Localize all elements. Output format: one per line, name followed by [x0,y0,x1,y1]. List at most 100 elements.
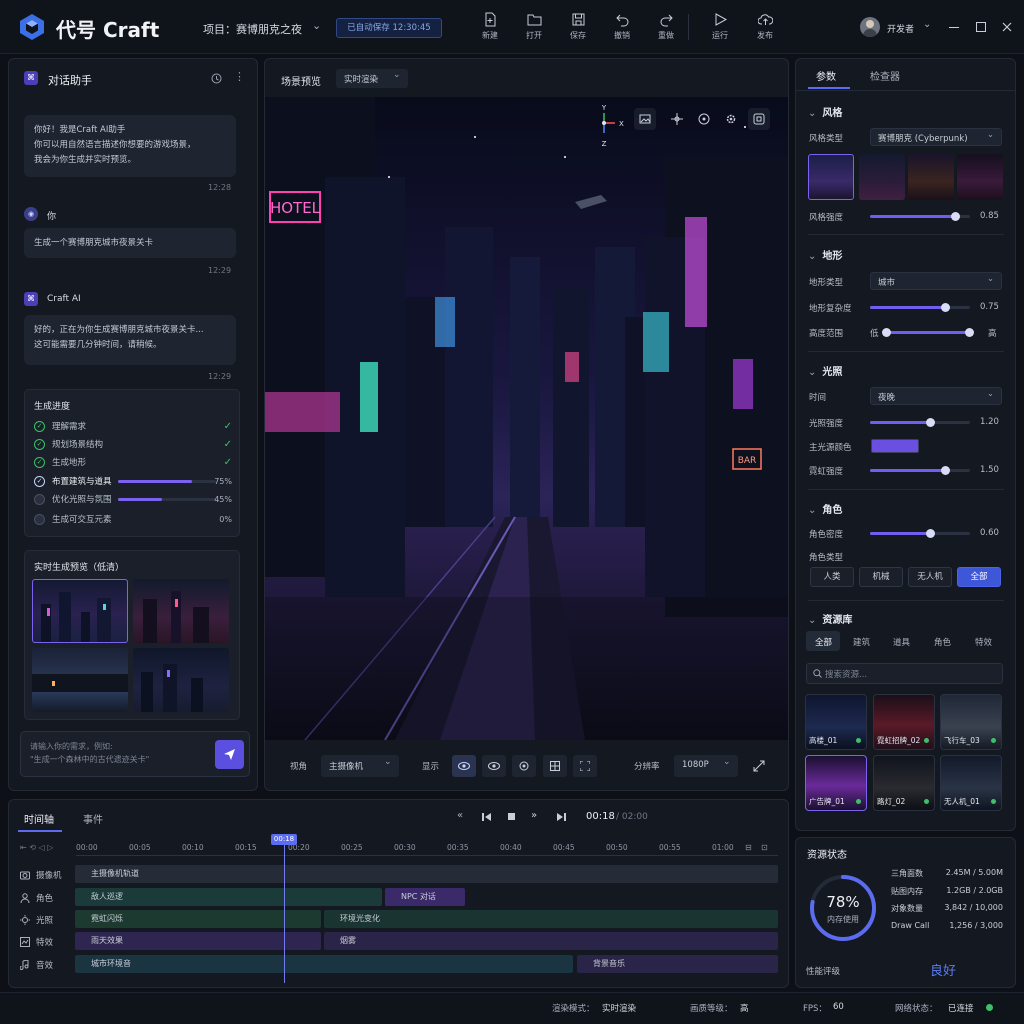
light-intensity-slider[interactable] [870,418,970,427]
track-label[interactable]: 特效 [20,936,53,948]
timeline-clip[interactable]: 敌人巡逻 [75,888,382,906]
display-toggle-3[interactable] [512,755,536,777]
minimize-icon[interactable] [949,27,959,28]
tab-timeline[interactable]: 时间轴 [24,811,54,826]
playhead-line[interactable] [284,845,285,983]
undo-button[interactable]: 撤销 [602,12,642,46]
display-toggle-2[interactable] [482,755,506,777]
close-icon[interactable] [1002,22,1012,32]
user-name[interactable]: 开发者 [887,22,914,35]
send-button[interactable] [215,740,244,769]
section-assets[interactable]: 资源库 [808,611,852,626]
tab-inspector[interactable]: 检查器 [870,68,900,83]
fullscreen-toggle-button[interactable] [748,108,770,130]
asset-search-input[interactable]: 搜索资源... [825,668,867,680]
preview-thumbnail[interactable] [32,648,128,712]
height-range-slider[interactable] [882,328,974,337]
asset-item[interactable]: 无人机_01 [940,755,1002,811]
light-color-swatch[interactable] [871,439,919,453]
avatar[interactable] [860,17,880,37]
scene-canvas[interactable]: HOTEL BAR Y X Z [265,97,788,740]
history-icon[interactable] [211,73,222,84]
playhead-label[interactable]: 00:18 [271,834,297,845]
timeline-clip[interactable]: NPC 对话 [385,888,465,906]
section-lighting[interactable]: 光照 [808,363,842,378]
preview-thumbnail[interactable] [32,579,128,643]
asset-tab-props[interactable]: 道具 [893,636,910,648]
project-name[interactable]: 项目：赛博朋克之夜 [203,21,302,37]
cloud-upload-button[interactable]: 发布 [745,12,785,46]
terrain-type-select[interactable]: 城市 [870,272,1002,290]
focus-toggle[interactable] [573,755,597,777]
stop-button[interactable] [508,813,515,820]
move-tool-button[interactable] [666,108,688,130]
terrain-complexity-slider[interactable] [870,303,970,312]
asset-item[interactable]: 高楼_01 [805,694,867,750]
character-density-slider[interactable] [870,529,970,538]
timeline-clip[interactable]: 烟雾 [324,932,778,950]
track-label[interactable]: 角色 [20,892,53,904]
preview-thumbnail[interactable] [133,648,229,712]
section-terrain[interactable]: 地形 [808,247,842,262]
chevron-down-icon[interactable]: ⌄ [384,757,392,767]
style-thumb[interactable] [808,154,854,200]
asset-item[interactable]: 飞行车_03 [940,694,1002,750]
performance-rating: 良好 [930,964,957,979]
style-type-select[interactable]: 赛博朋克 (Cyberpunk) [870,128,1002,146]
timeline-clip[interactable]: 城市环境音 [75,955,573,973]
maximize-icon[interactable] [976,22,986,32]
chip-all[interactable]: 全部 [957,567,1001,587]
save-button[interactable]: 保存 [558,12,598,46]
screenshot-button[interactable] [634,108,656,130]
grid-toggle[interactable] [543,755,567,777]
settings-button[interactable] [720,108,742,130]
chip-human[interactable]: 人类 [810,567,854,587]
style-strength-slider[interactable] [870,212,970,221]
zoom-controls[interactable]: ⇤ ⟲ ◁ ▷ [20,843,53,852]
asset-item[interactable]: 路灯_02 [873,755,935,811]
timeline-clip[interactable]: 主摄像机轨道 [75,865,778,883]
user-menu-chevron-icon[interactable]: ⌄ [923,19,931,30]
timeline-clip[interactable]: 背景音乐 [577,955,778,973]
play-button[interactable]: 运行 [700,12,740,46]
rotate-tool-button[interactable] [693,108,715,130]
section-style[interactable]: 风格 [808,104,842,119]
display-toggle-1[interactable] [452,755,476,777]
asset-item[interactable]: 霓虹招牌_02 [873,694,935,750]
expand-icon[interactable] [753,760,765,772]
style-thumb[interactable] [957,154,1003,200]
prev-frame-button[interactable] [482,812,492,822]
track-label[interactable]: 光照 [20,914,53,926]
asset-tab-characters[interactable]: 角色 [934,636,951,648]
chip-drone[interactable]: 无人机 [908,567,952,587]
asset-item[interactable]: 广告牌_01 [805,755,867,811]
chevron-down-icon[interactable]: ⌄ [393,70,401,80]
section-character[interactable]: 角色 [808,501,842,516]
folder-button[interactable]: 打开 [514,12,554,46]
chevron-down-icon[interactable]: ⌄ [312,19,321,32]
rewind-button[interactable]: « [457,810,463,821]
fast-forward-button[interactable]: » [531,810,537,821]
neon-intensity-slider[interactable] [870,466,970,475]
time-select[interactable]: 夜晚 [870,387,1002,405]
tab-parameters[interactable]: 参数 [816,68,836,83]
style-thumb[interactable] [908,154,954,200]
chevron-down-icon[interactable]: ⌄ [723,757,731,767]
asset-tab-all[interactable]: 全部 [815,636,832,648]
timeline-clip[interactable]: 环境光变化 [324,910,778,928]
fit-timeline-icon[interactable]: ⊡ [761,843,768,852]
track-label[interactable]: 摄像机 [20,869,62,881]
more-icon[interactable]: ⋮ [234,70,245,83]
new-file-button[interactable]: 新建 [470,12,510,46]
next-frame-button[interactable] [556,812,566,822]
zoom-out-icon[interactable]: ⊟ [745,843,752,852]
asset-tab-building[interactable]: 建筑 [853,636,870,648]
chip-mech[interactable]: 机械 [859,567,903,587]
redo-button[interactable]: 重做 [646,12,686,46]
chat-input[interactable]: 请输入你的需求，例如: "生成一个森林中的古代遗迹关卡" [30,740,205,766]
style-thumb[interactable] [859,154,905,200]
track-label[interactable]: 音效 [20,959,53,971]
asset-tab-effects[interactable]: 特效 [975,636,992,648]
preview-thumbnail[interactable] [133,579,229,643]
tab-events[interactable]: 事件 [83,811,103,826]
